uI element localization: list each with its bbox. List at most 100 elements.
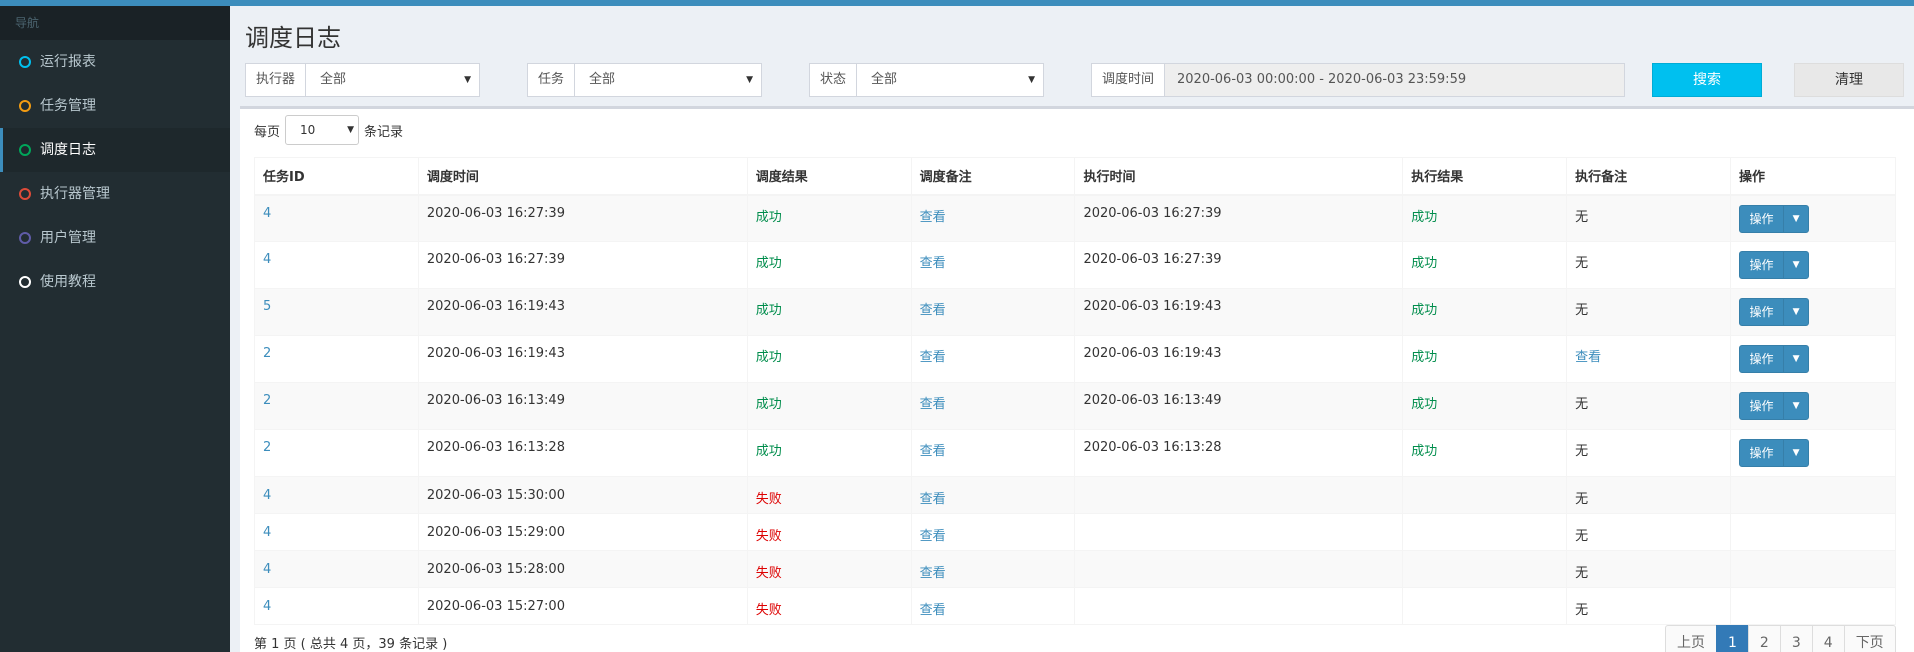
- table-cell: 成功: [746, 241, 912, 289]
- trigger-msg-link[interactable]: 查看: [920, 444, 946, 459]
- job-id-link[interactable]: 4: [263, 252, 271, 267]
- caret-down-icon[interactable]: ▼: [1784, 346, 1808, 372]
- time-filter[interactable]: 调度时间 2020-06-03 00:00:00 - 2020-06-03 23…: [1091, 63, 1625, 97]
- trigger-msg-link[interactable]: 查看: [920, 256, 946, 271]
- operation-button[interactable]: 操作: [1740, 440, 1785, 466]
- sidebar-item-2[interactable]: 调度日志: [0, 128, 230, 172]
- table-row: 4 2020-06-03 15:27:00 失败 查看 无: [254, 587, 1896, 625]
- column-header-trigger-msg[interactable]: 调度备注: [910, 157, 1076, 196]
- executor-filter-label: 执行器: [246, 64, 307, 96]
- table-cell: 成功: [1402, 335, 1568, 383]
- handle-msg: 无: [1575, 529, 1589, 544]
- job-id-link[interactable]: 4: [263, 562, 271, 577]
- table-cell: 操作 ▼: [1730, 288, 1896, 336]
- trigger-msg-link[interactable]: 查看: [920, 566, 946, 581]
- prev-page-button[interactable]: 上页: [1665, 625, 1717, 652]
- job-select[interactable]: 全部 ▼: [575, 64, 761, 96]
- operation-button-group: 操作 ▼: [1739, 392, 1810, 420]
- table-cell: [1402, 513, 1568, 551]
- page-3-button[interactable]: 3: [1779, 625, 1813, 652]
- clear-button[interactable]: 清理: [1794, 63, 1904, 97]
- job-id-link[interactable]: 2: [263, 393, 271, 408]
- trigger-msg-link[interactable]: 查看: [920, 397, 946, 412]
- trigger-msg-link[interactable]: 查看: [920, 529, 946, 544]
- pagination: 上页 1 2 3 4 下页: [1665, 625, 1896, 652]
- table-cell: 查看: [910, 288, 1076, 336]
- sidebar-item-0[interactable]: 运行报表: [0, 40, 230, 84]
- column-header-handle-msg[interactable]: 执行备注: [1566, 157, 1732, 196]
- operation-button[interactable]: 操作: [1740, 393, 1785, 419]
- caret-down-icon[interactable]: ▼: [1784, 252, 1808, 278]
- table-cell: [1074, 513, 1404, 551]
- handle-result: 成功: [1411, 444, 1438, 459]
- status-select[interactable]: 全部 ▼: [857, 64, 1043, 96]
- trigger-time: 2020-06-03 16:27:39: [426, 205, 565, 221]
- job-id-link[interactable]: 4: [263, 525, 271, 540]
- table-cell: 查看: [910, 476, 1076, 514]
- next-page-button[interactable]: 下页: [1843, 625, 1896, 652]
- table-cell: 查看: [910, 513, 1076, 551]
- table-cell: 成功: [746, 335, 912, 383]
- operation-button[interactable]: 操作: [1740, 252, 1785, 278]
- table-cell: 查看: [910, 335, 1076, 383]
- time-range-input[interactable]: 2020-06-03 00:00:00 - 2020-06-03 23:59:5…: [1165, 64, 1624, 96]
- executor-select[interactable]: 全部 ▼: [306, 64, 479, 96]
- job-id-link[interactable]: 4: [263, 206, 271, 221]
- table-cell: 无: [1566, 429, 1732, 477]
- operation-button[interactable]: 操作: [1740, 205, 1785, 232]
- column-header-trigger-time[interactable]: 调度时间: [417, 157, 748, 196]
- trigger-msg-link[interactable]: 查看: [920, 303, 946, 318]
- sidebar-item-1[interactable]: 任务管理: [0, 84, 230, 128]
- search-button[interactable]: 搜索: [1652, 63, 1762, 97]
- trigger-msg-link[interactable]: 查看: [920, 210, 946, 225]
- status-filter[interactable]: 状态 全部 ▼: [809, 63, 1044, 97]
- sidebar-item-3[interactable]: 执行器管理: [0, 172, 230, 216]
- table-cell: 2020-06-03 16:13:28: [1074, 429, 1404, 477]
- job-id-link[interactable]: 2: [263, 440, 271, 455]
- trigger-msg-link[interactable]: 查看: [920, 603, 946, 618]
- log-table-box: 每页 10 ▼ 条记录 任务ID 调度时间 调度结果 调度备注 执行时间 执行结果…: [240, 106, 1914, 652]
- operation-button-group: 操作 ▼: [1739, 439, 1810, 467]
- handle-result: 成功: [1411, 397, 1438, 412]
- caret-down-icon[interactable]: ▼: [1784, 206, 1808, 232]
- table-cell: 2020-06-03 15:29:00: [417, 513, 748, 551]
- caret-down-icon[interactable]: ▼: [1784, 393, 1808, 419]
- column-header-handle-time[interactable]: 执行时间: [1074, 157, 1404, 196]
- table-cell: 2020-06-03 16:13:49: [417, 382, 748, 430]
- sidebar-item-label: 运行报表: [40, 54, 96, 70]
- page-4-button[interactable]: 4: [1811, 625, 1845, 652]
- page-1-button[interactable]: 1: [1716, 625, 1749, 652]
- trigger-time: 2020-06-03 16:13:28: [426, 440, 565, 455]
- trigger-result: 成功: [755, 397, 782, 412]
- page-2-button[interactable]: 2: [1747, 625, 1781, 652]
- caret-down-icon[interactable]: ▼: [1784, 299, 1808, 325]
- job-id-link[interactable]: 4: [263, 488, 271, 503]
- job-id-link[interactable]: 5: [263, 299, 271, 314]
- table-row: 5 2020-06-03 16:19:43 成功 查看 2020-06-03 16:19…: [254, 288, 1896, 336]
- table-cell: 查看: [910, 382, 1076, 430]
- table-cell: 查看: [1566, 335, 1732, 383]
- handle-time: 2020-06-03 16:27:39: [1083, 205, 1222, 221]
- sidebar-item-5[interactable]: 使用教程: [0, 260, 230, 304]
- handle-msg-link[interactable]: 查看: [1575, 350, 1601, 365]
- operation-button[interactable]: 操作: [1740, 346, 1785, 372]
- sidebar-item-4[interactable]: 用户管理: [0, 216, 230, 260]
- page-size-select[interactable]: 10 ▼: [285, 115, 360, 145]
- trigger-msg-link[interactable]: 查看: [920, 350, 946, 365]
- job-id-link[interactable]: 2: [263, 346, 271, 361]
- column-header-trigger-result[interactable]: 调度结果: [746, 157, 912, 196]
- executor-filter[interactable]: 执行器 全部 ▼: [245, 63, 480, 97]
- caret-down-icon[interactable]: ▼: [1784, 440, 1808, 466]
- operation-button[interactable]: 操作: [1740, 299, 1785, 325]
- handle-result: 成功: [1411, 350, 1438, 365]
- column-header-handle-result[interactable]: 执行结果: [1402, 157, 1568, 196]
- trigger-result: 失败: [755, 492, 782, 507]
- job-id-link[interactable]: 4: [263, 599, 271, 614]
- handle-msg: 无: [1575, 603, 1589, 618]
- column-header-id[interactable]: 任务ID: [254, 157, 419, 196]
- job-filter[interactable]: 任务 全部 ▼: [527, 63, 762, 97]
- handle-msg: 无: [1575, 444, 1589, 459]
- table-cell: [1074, 476, 1404, 514]
- trigger-msg-link[interactable]: 查看: [920, 492, 946, 507]
- page-size-control: 每页 10 ▼ 条记录: [254, 115, 403, 145]
